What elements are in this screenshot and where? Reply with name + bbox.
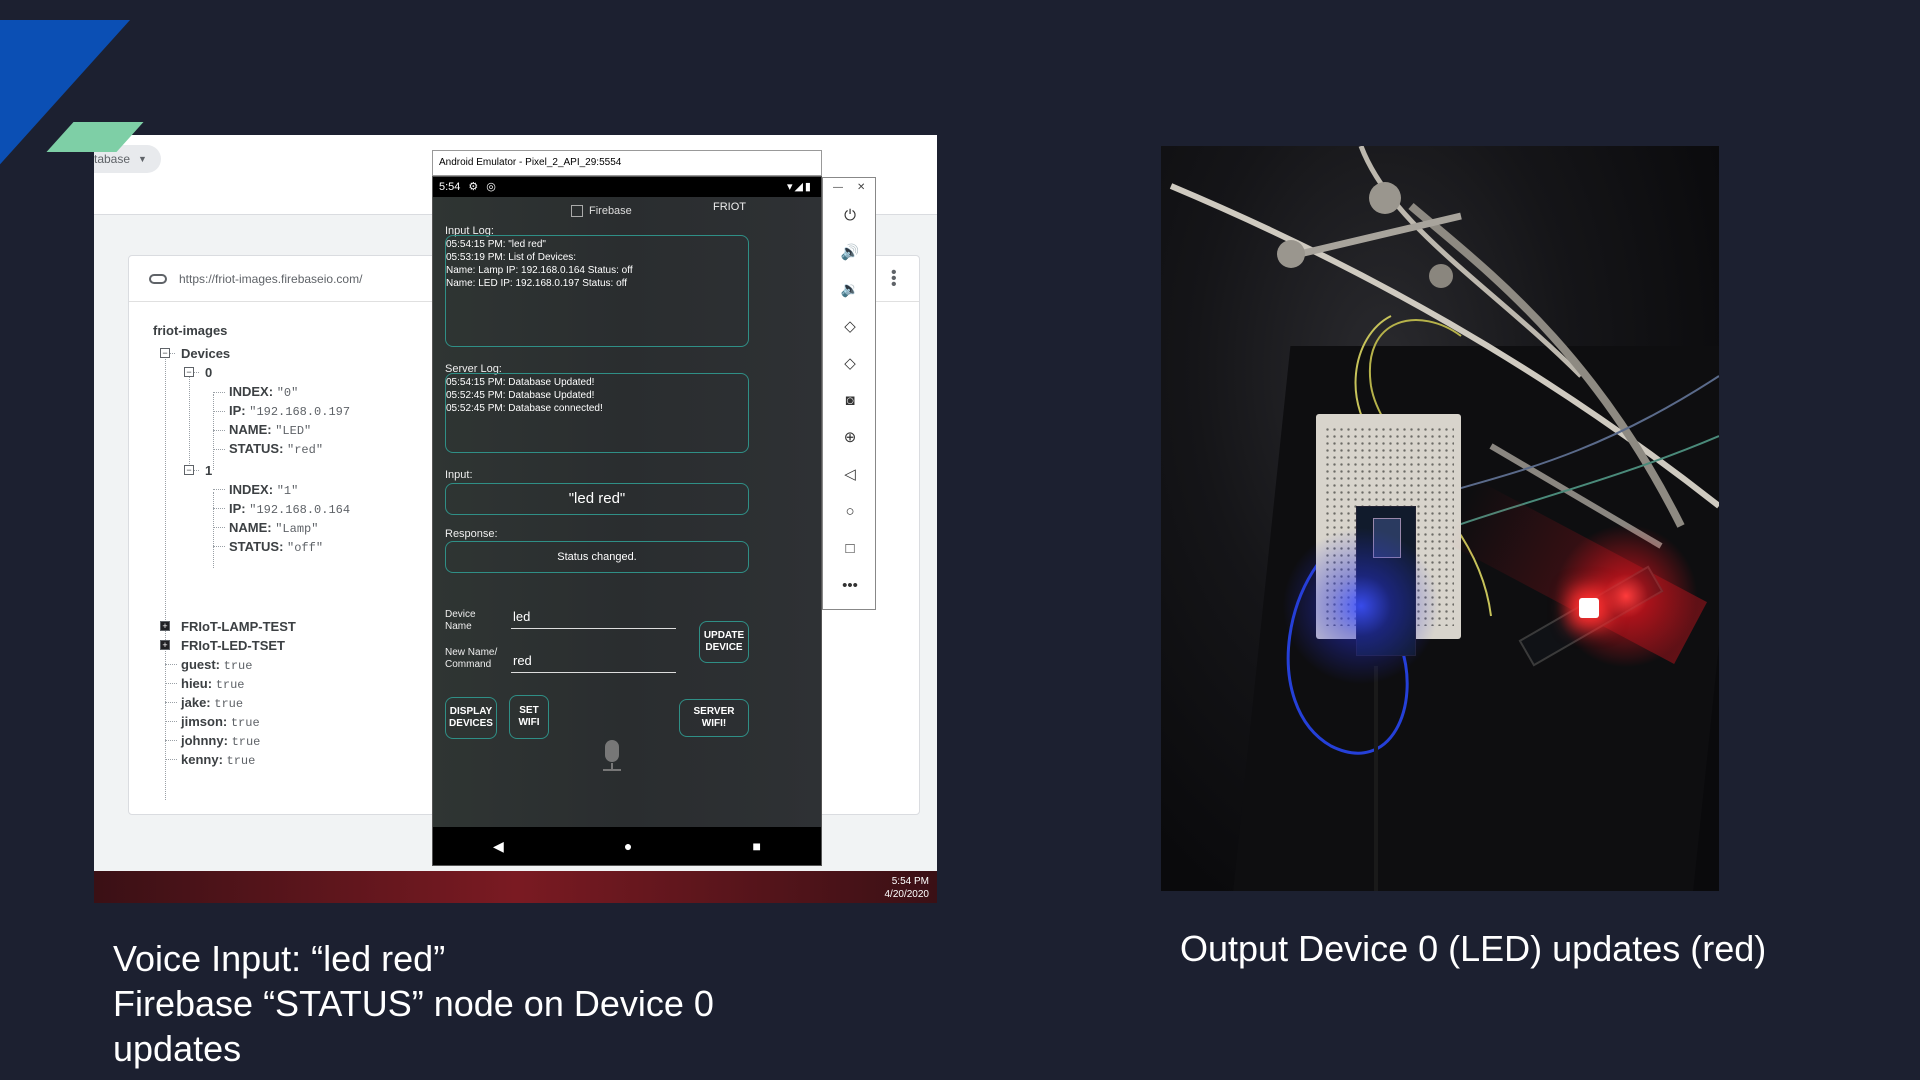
emulator-side-toolbar: — ✕ ⏻ 🔊 🔉 ◇ ◇ ◙ ⊕ ◁ ○ □ ••• (822, 177, 876, 610)
firebase-checkbox[interactable]: Firebase (571, 205, 632, 217)
device1-index[interactable]: INDEX: "1" (229, 481, 298, 499)
collapse-device1-toggle[interactable]: − (184, 465, 194, 475)
set-wifi-button[interactable]: SET WIFI (509, 695, 549, 739)
tree-node-user[interactable]: hieu: true (181, 675, 245, 693)
emulator-title: Android Emulator - Pixel_2_API_29:5554 (439, 157, 622, 168)
log-line: 05:52:45 PM: Database Updated! (446, 390, 595, 401)
tree-node-led-test[interactable]: FRIoT-LED-TSET (181, 637, 285, 655)
checkbox-icon (571, 205, 583, 217)
server-log[interactable]: 05:54:15 PM: Database Updated! 05:52:45 … (445, 373, 749, 453)
android-nav-bar: ◀ ● ■ (433, 827, 821, 865)
device1-ip[interactable]: IP: "192.168.0.164 (229, 500, 350, 518)
rotate-left-icon[interactable]: ◇ (840, 317, 860, 337)
server-wifi-button[interactable]: SERVER WIFI! (679, 699, 749, 737)
power-icon[interactable]: ⏻ (840, 206, 860, 226)
device0-index[interactable]: INDEX: "0" (229, 383, 298, 401)
taskbar-date: 4/20/2020 (884, 889, 930, 900)
tree-node-device-1[interactable]: 1 (205, 462, 212, 480)
taskbar-clock[interactable]: 5:54 PM 4/20/2020 (885, 875, 930, 901)
camera-icon[interactable]: ◙ (840, 391, 860, 411)
back-icon[interactable]: ◁ (840, 465, 860, 485)
caption-line: Voice Input: “led red” (113, 938, 446, 979)
database-url[interactable]: https://friot-images.firebaseio.com/ (179, 272, 362, 286)
home-icon[interactable]: ○ (840, 502, 860, 522)
tree-node-user[interactable]: kenny: true (181, 751, 255, 769)
input-label: Input: (445, 469, 473, 481)
android-status-bar: 5:54 ⚙ ◎ ▾◢▮ (433, 177, 821, 197)
command-field[interactable]: red (511, 651, 676, 673)
more-vert-icon[interactable]: • • • (891, 265, 897, 293)
response-display[interactable]: Status changed. (445, 541, 749, 573)
log-line: 05:54:15 PM: "led red" (446, 239, 546, 250)
log-line: Name: LED IP: 192.168.0.197 Status: off (446, 278, 628, 289)
display-devices-button[interactable]: DISPLAY DEVICES (445, 697, 497, 739)
caret-down-icon: ▼ (138, 154, 147, 164)
sync-icon: ◎ (486, 181, 496, 193)
collapse-device0-toggle[interactable]: − (184, 367, 194, 377)
more-icon[interactable]: ••• (840, 576, 860, 596)
app-title: FRIOT (713, 201, 746, 213)
volume-up-icon[interactable]: 🔊 (840, 243, 860, 263)
blue-led-glow (1271, 526, 1451, 686)
emulator-screen: 5:54 ⚙ ◎ ▾◢▮ Firebase FRIOT Input Log: 0… (432, 176, 822, 866)
right-caption: Output Device 0 (LED) updates (red) (1180, 928, 1767, 969)
input-display[interactable]: "led red" (445, 483, 749, 515)
caption-line: updates (113, 1028, 242, 1069)
emulator-title-bar[interactable]: Android Emulator - Pixel_2_API_29:5554 (432, 150, 822, 176)
minimize-icon[interactable]: — (833, 182, 843, 193)
tree-node-lamp-test[interactable]: FRIoT-LAMP-TEST (181, 618, 296, 636)
left-caption: Voice Input: “led red” Firebase “STATUS”… (113, 936, 714, 1071)
red-led-glow (1551, 516, 1701, 676)
red-led (1579, 598, 1599, 618)
tree-node-user[interactable]: jake: true (181, 694, 243, 712)
device1-status[interactable]: STATUS: "off" (229, 538, 323, 556)
log-line: 05:54:15 PM: Database Updated! (446, 377, 595, 388)
update-device-button[interactable]: UPDATE DEVICE (699, 621, 749, 663)
home-icon[interactable]: ● (624, 838, 632, 854)
signal-battery-icon: ▾◢▮ (786, 181, 813, 193)
zoom-icon[interactable]: ⊕ (840, 428, 860, 448)
tree-node-user[interactable]: jimson: true (181, 713, 260, 731)
device-name-field[interactable]: led (511, 607, 676, 629)
taskbar-time: 5:54 PM (891, 876, 929, 887)
collapse-devices-toggle[interactable]: − (160, 348, 170, 358)
command-label: New Name/ Command (445, 647, 498, 670)
device0-status[interactable]: STATUS: "red" (229, 440, 323, 458)
tree-node-device-0[interactable]: 0 (205, 364, 212, 382)
hardware-photo (1161, 146, 1719, 891)
firebase-checkbox-label: Firebase (589, 205, 632, 217)
caption-line: Firebase “STATUS” node on Device 0 (113, 983, 714, 1024)
log-line: 05:52:45 PM: Database connected! (446, 403, 603, 414)
status-clock: 5:54 (439, 181, 461, 193)
friot-app: Firebase FRIOT Input Log: 05:54:15 PM: "… (433, 197, 821, 827)
log-line: Name: Lamp IP: 192.168.0.164 Status: off (446, 265, 633, 276)
device1-name[interactable]: NAME: "Lamp" (229, 519, 318, 537)
rotate-right-icon[interactable]: ◇ (840, 354, 860, 374)
tree-node-user[interactable]: johnny: true (181, 732, 260, 750)
volume-down-icon[interactable]: 🔉 (840, 280, 860, 300)
expand-lamp-test-toggle[interactable]: + (160, 621, 170, 631)
settings-icon: ⚙ (468, 181, 479, 193)
log-line: 05:53:19 PM: List of Devices: (446, 252, 577, 263)
response-label: Response: (445, 528, 498, 540)
device-name-label: Device Name (445, 609, 476, 632)
tree-node-devices[interactable]: Devices (181, 345, 230, 363)
tree-root[interactable]: friot-images (153, 322, 227, 340)
windows-taskbar: 5:54 PM 4/20/2020 (94, 871, 937, 903)
recents-icon[interactable]: ■ (752, 838, 760, 854)
device0-name[interactable]: NAME: "LED" (229, 421, 311, 439)
back-icon[interactable]: ◀ (493, 838, 504, 855)
close-icon[interactable]: ✕ (857, 182, 865, 193)
overview-icon[interactable]: □ (840, 539, 860, 559)
input-log[interactable]: 05:54:15 PM: "led red" 05:53:19 PM: List… (445, 235, 749, 347)
tree-node-user[interactable]: guest: true (181, 656, 252, 674)
expand-led-test-toggle[interactable]: + (160, 640, 170, 650)
slide: tabase ▼ https://friot-images.firebaseio… (0, 0, 1920, 1080)
link-icon (149, 273, 167, 284)
device0-ip[interactable]: IP: "192.168.0.197 (229, 402, 350, 420)
